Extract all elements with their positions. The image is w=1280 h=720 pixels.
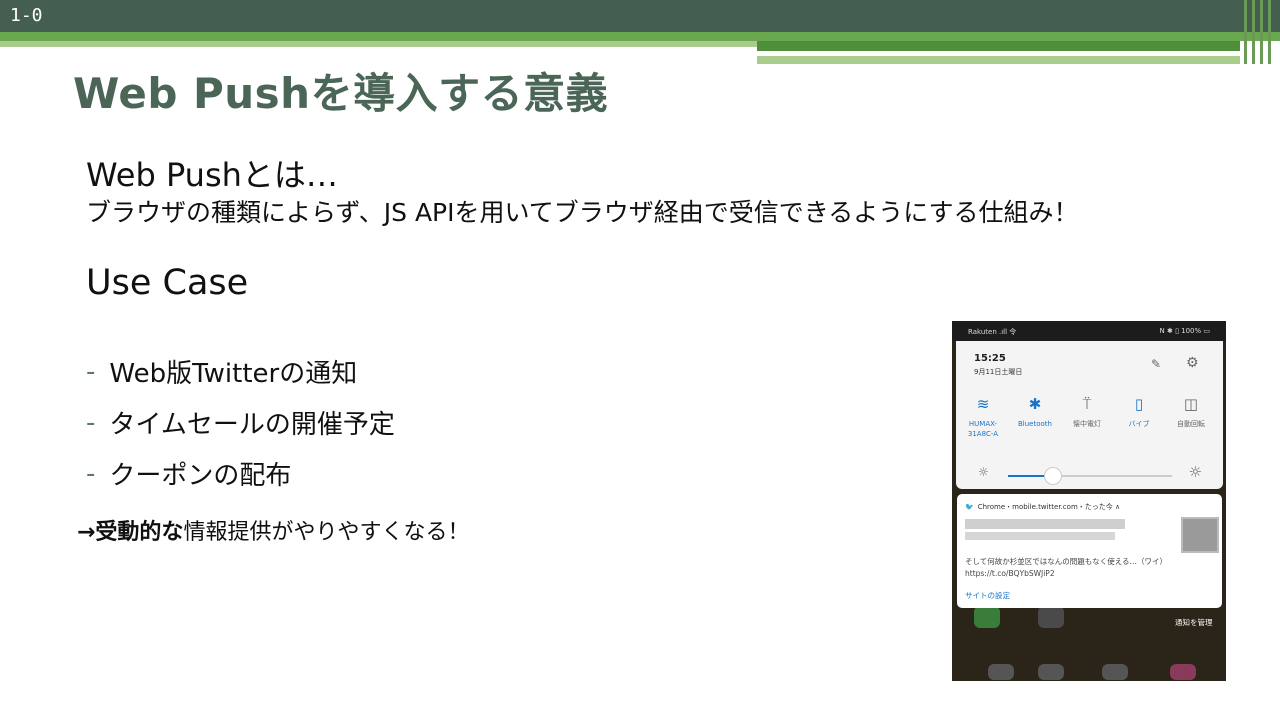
carrier-label: Rakuten .ıll 令 (968, 328, 1017, 336)
conclusion-rest: 情報提供がやりやすくなる！ (183, 520, 470, 545)
list-item: - Web版Twitterの通知 (86, 346, 395, 397)
notification-body: そして何故か杉並区ではなんの問題もなく使える…（ワイ） https://t.co… (965, 557, 1168, 578)
blurred-text (965, 532, 1115, 540)
slider-knob[interactable] (1044, 467, 1062, 485)
pencil-icon[interactable]: ✎ (1151, 357, 1161, 371)
header-band-dark (757, 41, 1240, 51)
tile-flashlight[interactable]: ⍡ 懐中電灯 (1064, 395, 1110, 429)
auto-rotate-icon: ◫ (1183, 395, 1199, 413)
tile-label: 懐中電灯 (1073, 420, 1101, 428)
heading-web-push: Web Pushとは… (86, 156, 338, 194)
notification-thumbnail (1181, 517, 1219, 553)
tile-wifi[interactable]: ≋ HUMAX- 31A8C-A (960, 395, 1006, 439)
status-icons: N ✱ ▯ 100% ▭ (1159, 327, 1210, 335)
use-case-text: クーポンの配布 (109, 461, 292, 491)
bullet-dash: - (86, 407, 96, 438)
brightness-slider[interactable]: ☼ ☼ (974, 463, 1204, 485)
twitter-notification[interactable]: 🐦 Chrome・mobile.twitter.com・たった今 ∧ そして何故か… (957, 494, 1222, 608)
web-push-description: ブラウザの種類によらず、JS APIを用いてブラウザ経由で受信できるようにする仕… (86, 198, 1079, 227)
list-item: - クーポンの配布 (86, 448, 395, 499)
tile-label: 自動回転 (1177, 420, 1205, 428)
bullet-dash: - (86, 458, 96, 489)
bluetooth-icon: ✱ (1028, 395, 1042, 413)
clock-date: 9月11日土曜日 (974, 368, 1023, 376)
phone-status-bar: Rakuten .ıll 令 N ✱ ▯ 100% ▭ (952, 321, 1226, 341)
tile-vibrate[interactable]: ▯ バイブ (1116, 395, 1162, 429)
header-band-light (0, 41, 757, 47)
brightness-high-icon: ☼ (1188, 463, 1202, 481)
vibrate-icon: ▯ (1134, 395, 1144, 413)
blurred-text (965, 519, 1125, 529)
header-bar: 1-0 (0, 0, 1280, 32)
quick-settings-panel: 15:25 9月11日土曜日 ✎ ⚙ ≋ HUMAX- 31A8C-A ✱ Blu… (956, 341, 1223, 502)
header-band-light-right (757, 56, 1240, 64)
phone-screenshot: Rakuten .ıll 令 N ✱ ▯ 100% ▭ 15:25 9月11日土… (952, 321, 1226, 681)
manage-notifications-link[interactable]: 通知を管理 (1175, 617, 1213, 628)
gear-icon[interactable]: ⚙ (1186, 355, 1199, 371)
header-band (0, 32, 1280, 41)
tile-bluetooth[interactable]: ✱ Bluetooth (1012, 395, 1058, 429)
use-case-list: - Web版Twitterの通知 - タイムセールの開催予定 - クーポンの配布 (86, 346, 395, 499)
brightness-low-icon: ☼ (978, 465, 989, 479)
list-item: - タイムセールの開催予定 (86, 397, 395, 448)
tile-label: HUMAX- 31A8C-A (967, 420, 999, 438)
conclusion-text: →受動的な情報提供がやりやすくなる！ (77, 514, 469, 546)
conclusion-bold: →受動的な (77, 520, 184, 545)
use-case-text: タイムセールの開催予定 (109, 410, 395, 440)
slide-title: Web Pushを導入する意義 (73, 69, 609, 118)
clock-time: 15:25 (974, 353, 1006, 364)
heading-use-case: Use Case (86, 263, 249, 303)
header-stripes (1240, 0, 1280, 64)
notification-header: 🐦 Chrome・mobile.twitter.com・たった今 ∧ (965, 502, 1120, 512)
tile-auto-rotate[interactable]: ◫ 自動回転 (1168, 395, 1214, 429)
tile-label: Bluetooth (1018, 420, 1052, 428)
twitter-bird-icon: 🐦 (965, 503, 974, 511)
slide-number: 1-0 (10, 5, 43, 26)
site-settings-link[interactable]: サイトの設定 (965, 590, 1010, 601)
tile-label: バイブ (1128, 420, 1150, 428)
use-case-text: Web版Twitterの通知 (109, 359, 358, 389)
bullet-dash: - (86, 356, 96, 387)
wifi-icon: ≋ (976, 395, 990, 413)
header-band-line (757, 51, 1187, 54)
notification-app-label: Chrome・mobile.twitter.com・たった今 ∧ (977, 503, 1121, 511)
flashlight-icon: ⍡ (1082, 395, 1092, 413)
